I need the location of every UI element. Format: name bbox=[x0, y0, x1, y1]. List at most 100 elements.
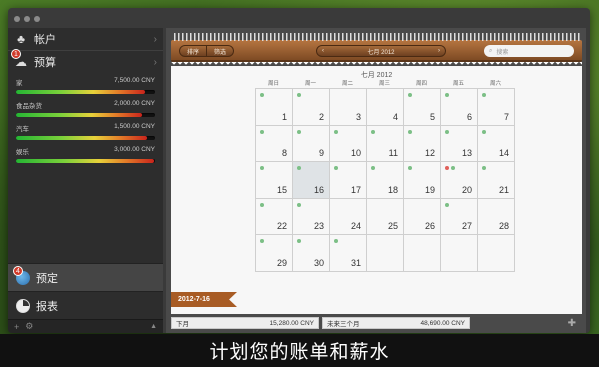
budget-progress-bar bbox=[16, 90, 155, 94]
day-cell[interactable]: 7 bbox=[478, 89, 515, 126]
day-number: 13 bbox=[461, 148, 472, 158]
sidebar-item-label: 预定 bbox=[36, 272, 58, 285]
day-cell[interactable]: 2 bbox=[293, 89, 330, 126]
day-cell[interactable]: 16 bbox=[293, 162, 330, 199]
event-dot bbox=[445, 166, 449, 170]
event-dot bbox=[371, 166, 375, 170]
day-cell[interactable]: 25 bbox=[367, 198, 404, 235]
day-number: 20 bbox=[461, 184, 472, 195]
day-cell[interactable]: 5 bbox=[404, 89, 441, 126]
budget-row[interactable]: 娱乐 3,000.00 CNY bbox=[16, 146, 155, 163]
budget-row[interactable]: 汽车 1,500.00 CNY bbox=[16, 123, 155, 140]
day-cell[interactable]: 30 bbox=[293, 235, 330, 272]
day-number: 30 bbox=[313, 257, 324, 268]
event-dot bbox=[260, 202, 264, 207]
next-three-months-total: 未来三个月 48,690.00 CNY bbox=[322, 317, 470, 329]
day-cell[interactable]: 24 bbox=[330, 198, 367, 235]
event-dots bbox=[297, 239, 301, 243]
day-cell[interactable]: 31 bbox=[330, 235, 367, 272]
day-number: 28 bbox=[498, 221, 509, 231]
event-dots bbox=[260, 239, 264, 243]
search-placeholder: 搜索 bbox=[496, 49, 509, 56]
event-dots bbox=[445, 166, 455, 170]
day-cell[interactable]: 11 bbox=[367, 125, 404, 162]
day-cell[interactable]: 18 bbox=[367, 162, 404, 199]
budget-progress-bar bbox=[16, 113, 155, 117]
totals-bar: 下月 15,280.00 CNY 未来三个月 48,690.00 CNY bbox=[171, 317, 582, 331]
sidebar-item-scheduled[interactable]: 4 预定 bbox=[8, 263, 163, 291]
day-cell[interactable]: 22 bbox=[256, 198, 293, 235]
day-cell[interactable]: 29 bbox=[256, 235, 293, 272]
day-number: 5 bbox=[429, 111, 435, 122]
day-number: 4 bbox=[392, 111, 398, 122]
day-cell[interactable]: 1 bbox=[256, 89, 293, 126]
budget-progress-fill bbox=[16, 136, 147, 140]
day-cell[interactable]: 14 bbox=[478, 125, 515, 162]
budget-name: 食品杂货 bbox=[16, 103, 42, 110]
event-dots bbox=[297, 93, 301, 97]
day-cell[interactable]: 12 bbox=[404, 125, 441, 162]
day-cell[interactable]: 23 bbox=[293, 198, 330, 235]
triangle-up-icon[interactable]: ▲ bbox=[150, 323, 157, 330]
day-number: 12 bbox=[424, 148, 435, 158]
event-dot bbox=[445, 129, 449, 134]
sort-filter-group: 排序 筛选 bbox=[179, 45, 235, 57]
day-cell[interactable]: 19 bbox=[404, 162, 441, 199]
day-cell[interactable]: 28 bbox=[478, 198, 515, 235]
day-cell[interactable]: 8 bbox=[256, 125, 293, 162]
budget-progress-bar bbox=[16, 159, 155, 163]
budget-list: 家 7,500.00 CNY 食品杂货 2,000.00 CNY 汽车 1,50… bbox=[8, 73, 163, 175]
next-month-icon[interactable]: › bbox=[438, 48, 440, 54]
day-cell[interactable]: 4 bbox=[367, 89, 404, 126]
previous-month-icon[interactable]: ‹ bbox=[322, 48, 324, 54]
close-button[interactable] bbox=[14, 16, 20, 22]
day-cell[interactable]: 26 bbox=[404, 198, 441, 235]
event-dots bbox=[445, 93, 449, 97]
day-number: 7 bbox=[503, 111, 509, 122]
day-number: 1 bbox=[281, 111, 287, 122]
add-icon[interactable]: + bbox=[14, 322, 19, 332]
day-grid: 1 2 3 4 5 6 7 8 9 10 11 12 13 14 15 16 17 18 19 20 21 22 23 24 2… bbox=[255, 88, 515, 272]
search-input[interactable]: ⌕ 搜索 bbox=[484, 45, 574, 57]
sort-button[interactable]: 排序 bbox=[179, 45, 208, 57]
day-number: 26 bbox=[424, 221, 435, 231]
add-transaction-icon[interactable]: ✚ bbox=[568, 318, 576, 329]
event-dots bbox=[297, 202, 301, 207]
event-dot bbox=[260, 166, 264, 170]
day-cell[interactable]: 17 bbox=[330, 162, 367, 199]
event-dots bbox=[408, 129, 412, 134]
budget-amount: 1,500.00 CNY bbox=[114, 123, 155, 130]
day-cell[interactable]: 21 bbox=[478, 162, 515, 199]
filter-button[interactable]: 筛选 bbox=[207, 45, 235, 57]
day-cell[interactable]: 10 bbox=[330, 125, 367, 162]
sidebar-item-budget[interactable]: 1 ☁ 预算 › bbox=[8, 49, 163, 73]
day-cell[interactable]: 27 bbox=[441, 198, 478, 235]
day-number: 2 bbox=[318, 111, 324, 122]
budget-progress-fill bbox=[16, 113, 143, 117]
day-cell[interactable]: 15 bbox=[256, 162, 293, 199]
day-cell[interactable]: 13 bbox=[441, 125, 478, 162]
day-cell[interactable]: 9 bbox=[293, 125, 330, 162]
budget-row[interactable]: 食品杂货 2,000.00 CNY bbox=[16, 100, 155, 117]
zoom-button[interactable] bbox=[34, 16, 40, 22]
sidebar-item-reports[interactable]: 报表 bbox=[8, 291, 163, 319]
budget-name: 娱乐 bbox=[16, 149, 29, 156]
notification-badge: 1 bbox=[11, 49, 21, 59]
weekday-header: 周日 周一 周二 周三 周四 周五 周六 bbox=[255, 79, 515, 88]
gear-icon[interactable]: ⚙ bbox=[25, 321, 33, 332]
total-label: 下月 bbox=[176, 321, 189, 328]
day-cell[interactable]: 6 bbox=[441, 89, 478, 126]
day-cell[interactable]: 3 bbox=[330, 89, 367, 126]
budget-row[interactable]: 家 7,500.00 CNY bbox=[16, 77, 155, 94]
pie-chart-icon bbox=[16, 298, 30, 313]
budget-progress-fill bbox=[16, 90, 146, 94]
minimize-button[interactable] bbox=[24, 16, 30, 22]
event-dot bbox=[297, 166, 301, 170]
event-dot bbox=[334, 166, 338, 170]
tree-icon: ♣ bbox=[17, 32, 25, 46]
day-cell[interactable]: 20 bbox=[441, 162, 478, 199]
sidebar-item-accounts[interactable]: ♣ 帐户 › bbox=[8, 28, 163, 50]
event-dot bbox=[408, 93, 412, 97]
event-dot bbox=[445, 202, 449, 207]
event-dots bbox=[260, 93, 264, 97]
